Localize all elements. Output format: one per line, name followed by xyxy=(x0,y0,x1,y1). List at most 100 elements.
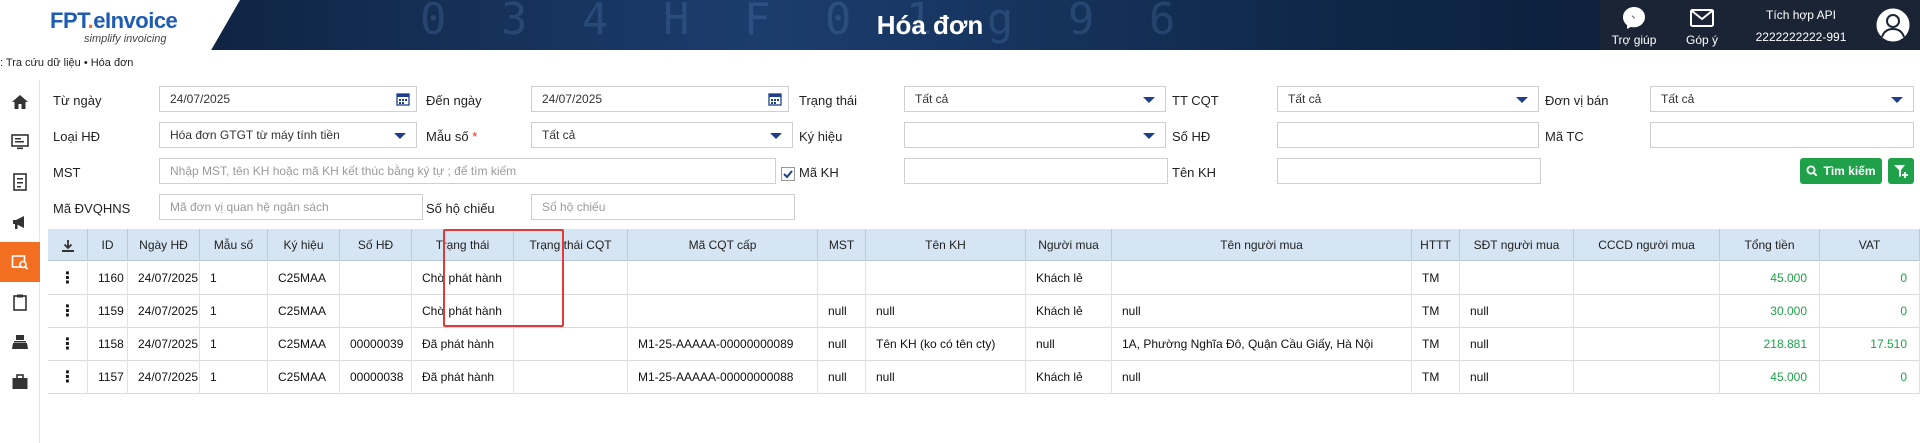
passport-label: Số hộ chiếu xyxy=(426,201,495,216)
app-header: 0 3 4 H F 0 1 g 9 6 FPT.eInvoice simplif… xyxy=(0,0,1920,50)
cell-buyer: null xyxy=(1026,328,1112,361)
cell-total: 45.000 xyxy=(1720,361,1820,394)
cell-id: 1157 xyxy=(88,361,128,394)
from-date-input[interactable]: 24/07/2025 xyxy=(159,86,417,112)
to-date-input[interactable]: 24/07/2025 xyxy=(531,86,789,112)
table-row[interactable]: ⋮ 1160 24/07/2025 1 C25MAA Chờ phát hành Khách… xyxy=(48,262,1920,295)
tax-code: 2222222222-991 xyxy=(1755,30,1847,44)
sidebar-item-monitor[interactable] xyxy=(0,122,40,162)
download-icon[interactable] xyxy=(61,239,75,253)
cell-payment-method: TM xyxy=(1412,361,1460,394)
row-menu-icon[interactable]: ⋮ xyxy=(48,262,88,295)
column-header-tax-code-issued[interactable]: Mã CQT cấp xyxy=(628,229,818,261)
cell-id: 1158 xyxy=(88,328,128,361)
cell-total: 218.881 xyxy=(1720,328,1820,361)
symbol-label: Ký hiệu xyxy=(799,129,843,144)
column-header-symbol[interactable]: Ký hiệu xyxy=(268,229,340,261)
cell-payment-method: TM xyxy=(1412,328,1460,361)
status-label: Trạng thái xyxy=(799,93,858,108)
cell-template: 1 xyxy=(200,262,268,295)
row-menu-icon[interactable]: ⋮ xyxy=(48,361,88,394)
sidebar-item-documents[interactable] xyxy=(0,162,40,202)
column-header-vat[interactable]: VAT xyxy=(1820,229,1920,261)
search-icon xyxy=(1806,165,1818,177)
seller-unit-select[interactable]: Tất cả xyxy=(1650,86,1914,112)
cell-mst: null xyxy=(818,328,866,361)
checkbox-checked-icon[interactable] xyxy=(781,167,795,181)
table-row[interactable]: ⋮ 1158 24/07/2025 1 C25MAA 00000039 Đã phát hà… xyxy=(48,328,1920,361)
customer-code-input[interactable] xyxy=(904,158,1168,184)
status-select[interactable]: Tất cả xyxy=(904,86,1166,112)
column-header-total[interactable]: Tổng tiền xyxy=(1720,229,1820,261)
feedback-button[interactable]: Góp ý xyxy=(1672,5,1732,47)
customer-name-label: Tên KH xyxy=(1172,165,1217,180)
sidebar-item-cash-register[interactable] xyxy=(0,322,40,362)
column-header-tax-status[interactable]: Trạng thái CQT xyxy=(514,229,628,261)
user-avatar-icon[interactable] xyxy=(1874,6,1912,44)
chevron-down-icon xyxy=(1516,97,1528,103)
column-header-customer-name[interactable]: Tên KH xyxy=(866,229,1026,261)
cell-buyer-name: null xyxy=(1112,295,1412,328)
cell-buyer: Khách lẻ xyxy=(1026,295,1112,328)
sidebar-item-clipboard[interactable] xyxy=(0,282,40,322)
chevron-down-icon xyxy=(1143,97,1155,103)
mst-input[interactable]: Nhập MST, tên KH hoặc mã KH kết thúc bằn… xyxy=(159,158,776,184)
tt-cqt-select[interactable]: Tất cả xyxy=(1277,86,1539,112)
cell-payment-method: TM xyxy=(1412,295,1460,328)
cell-symbol: C25MAA xyxy=(268,262,340,295)
feedback-label: Góp ý xyxy=(1685,33,1718,47)
cell-buyer-name: null xyxy=(1112,361,1412,394)
table-row[interactable]: ⋮ 1157 24/07/2025 1 C25MAA 00000038 Đã phát hà… xyxy=(48,361,1920,394)
sidebar-item-announce[interactable] xyxy=(0,202,40,242)
calendar-icon[interactable] xyxy=(396,92,410,106)
cell-buyer-name xyxy=(1112,262,1412,295)
monitor-icon xyxy=(11,134,29,150)
breadcrumb: : Tra cứu dữ liệu • Hóa đơn xyxy=(0,57,134,69)
clipboard-icon xyxy=(13,294,27,311)
ma-tc-input[interactable] xyxy=(1650,122,1914,148)
row-menu-icon[interactable]: ⋮ xyxy=(48,328,88,361)
help-button[interactable]: Trợ giúp xyxy=(1604,5,1664,47)
column-header-template[interactable]: Mẫu số xyxy=(200,229,268,261)
column-header-id[interactable]: ID xyxy=(88,229,128,261)
passport-input[interactable]: Số hộ chiếu xyxy=(531,194,795,220)
cell-vat: 0 xyxy=(1820,295,1920,328)
cell-id: 1160 xyxy=(88,262,128,295)
invoice-type-select[interactable]: Hóa đơn GTGT từ máy tính tiền xyxy=(159,122,417,148)
calendar-icon[interactable] xyxy=(768,92,782,106)
column-header-buyer[interactable]: Người mua xyxy=(1026,229,1112,261)
column-header-buyer-id[interactable]: CCCD người mua xyxy=(1574,229,1720,261)
api-integration[interactable]: Tích hợp API 2222222222-991 xyxy=(1746,4,1856,48)
column-header-invoice-number[interactable]: Số HĐ xyxy=(340,229,412,261)
invoice-number-input[interactable] xyxy=(1277,122,1539,148)
column-header-status[interactable]: Trạng thái xyxy=(412,229,514,261)
row-menu-icon[interactable]: ⋮ xyxy=(48,295,88,328)
advanced-filter-button[interactable] xyxy=(1888,158,1914,184)
column-header-buyer-phone[interactable]: SĐT người mua xyxy=(1460,229,1574,261)
cell-mst xyxy=(818,262,866,295)
column-header-buyer-name[interactable]: Tên người mua xyxy=(1112,229,1412,261)
chevron-down-icon xyxy=(394,133,406,139)
cell-invoice-number xyxy=(340,262,412,295)
customer-name-input[interactable] xyxy=(1277,158,1541,184)
cell-payment-method: TM xyxy=(1412,262,1460,295)
budget-unit-input[interactable]: Mã đơn vị quan hệ ngân sách xyxy=(159,194,423,220)
page-title: Hóa đơn xyxy=(876,10,984,40)
symbol-select[interactable] xyxy=(904,122,1166,148)
cell-invoice-date: 24/07/2025 xyxy=(128,295,200,328)
template-select[interactable]: Tất cả xyxy=(531,122,793,148)
sidebar-item-home[interactable] xyxy=(0,82,40,122)
column-header-actions[interactable] xyxy=(48,229,88,261)
column-header-invoice-date[interactable]: Ngày HĐ xyxy=(128,229,200,261)
search-button[interactable]: Tìm kiếm xyxy=(1800,158,1882,184)
table-row[interactable]: ⋮ 1159 24/07/2025 1 C25MAA Chờ phát hành null n… xyxy=(48,295,1920,328)
cell-status: Đã phát hành xyxy=(412,328,514,361)
column-header-payment-method[interactable]: HTTT xyxy=(1412,229,1460,261)
cell-tax-status xyxy=(514,262,628,295)
cell-status: Đã phát hành xyxy=(412,361,514,394)
cell-invoice-date: 24/07/2025 xyxy=(128,361,200,394)
column-header-mst[interactable]: MST xyxy=(818,229,866,261)
budget-unit-label: Mã ĐVQHNS xyxy=(53,201,131,216)
sidebar-item-briefcase[interactable] xyxy=(0,362,40,402)
sidebar-item-invoice-search[interactable] xyxy=(0,242,40,282)
